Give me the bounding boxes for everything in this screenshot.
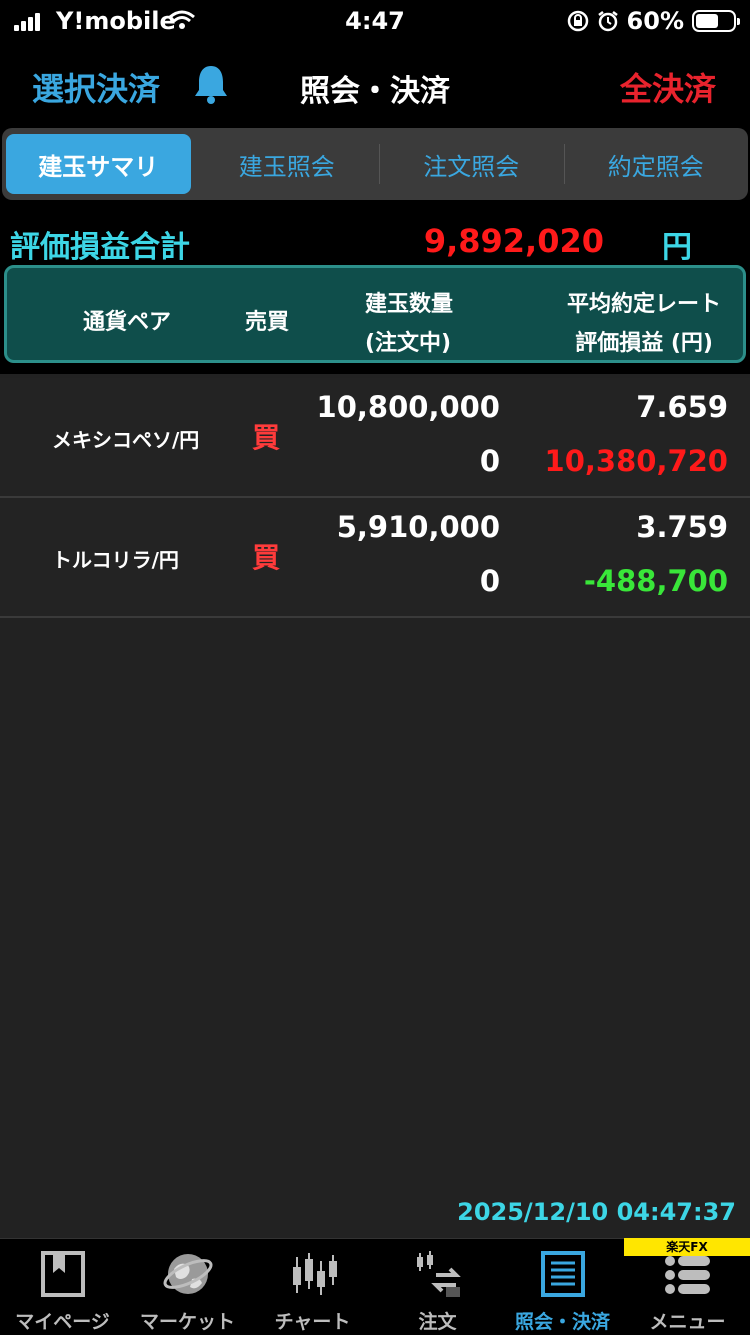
header-quantity: 建玉数量 <box>365 292 454 317</box>
total-pl-label: 評価損益合計 <box>10 230 190 265</box>
tabbar-chart[interactable]: チャート <box>250 1239 375 1335</box>
row-avg-rate: 3.759 <box>636 510 728 544</box>
tabbar-label: チャート <box>274 1311 351 1333</box>
menu-icon <box>664 1256 710 1294</box>
total-pl-unit: 円 <box>662 230 692 265</box>
table-header-wrap: 通貨ペア 売買 建玉数量 (注文中) 平均約定レート 評価損益 (円) <box>0 262 750 374</box>
header-pl: 評価損益 (円) <box>575 331 713 356</box>
globe-icon <box>163 1254 212 1294</box>
row-pair: メキシコペソ/円 <box>52 428 200 452</box>
row-side: 買 <box>252 421 281 454</box>
tabbar-label: マイページ <box>15 1311 110 1333</box>
row-pl: -488,700 <box>583 564 728 598</box>
segment-tabs: 建玉サマリ 建玉照会 注文照会 約定照会 <box>0 124 750 208</box>
battery-percent: 60% <box>626 7 684 35</box>
tabbar-label: 注文 <box>418 1311 457 1333</box>
tabbar-market[interactable]: マーケット <box>125 1239 250 1335</box>
row-avg-rate: 7.659 <box>636 390 728 424</box>
tabbar-label: マーケット <box>139 1311 235 1333</box>
candlestick-icon <box>292 1253 337 1295</box>
navigation-bar: 選択決済 照会・決済 全決済 <box>0 42 750 124</box>
total-pl-value: 9,892,020 <box>423 222 604 260</box>
battery-icon <box>692 10 740 32</box>
pl-summary: 評価損益合計 9,892,020 円 <box>0 208 750 268</box>
tabbar-label: メニュー <box>649 1311 726 1333</box>
header-avg-rate: 平均約定レート <box>566 292 721 317</box>
row-pending: 0 <box>479 564 500 598</box>
brand-badge: 楽天FX <box>624 1238 750 1256</box>
row-side: 買 <box>252 541 281 574</box>
table-header: 通貨ペア 売買 建玉数量 (注文中) 平均約定レート 評価損益 (円) <box>4 265 746 363</box>
tabbar-order[interactable]: 注文 <box>375 1239 500 1335</box>
update-timestamp: 2025/12/10 04:47:37 <box>457 1198 736 1226</box>
header-pair: 通貨ペア <box>83 310 172 335</box>
row-pl: 10,380,720 <box>544 444 728 478</box>
alarm-icon <box>597 11 618 32</box>
bookmark-icon <box>40 1251 85 1297</box>
tab-order-inquiry[interactable]: 注文照会 <box>379 128 564 200</box>
header-pending: (注文中) <box>365 331 452 356</box>
row-quantity: 10,800,000 <box>316 390 500 424</box>
tab-execution-inquiry[interactable]: 約定照会 <box>563 128 749 200</box>
tabbar-inquiry-settle[interactable]: 照会・決済 <box>500 1239 625 1335</box>
table-row[interactable]: メキシコペソ/円 買 10,800,000 0 7.659 10,380,720 <box>0 378 750 498</box>
row-pending: 0 <box>479 444 500 478</box>
row-quantity: 5,910,000 <box>336 510 500 544</box>
tabbar-mypage[interactable]: マイページ <box>0 1239 125 1335</box>
positions-list: メキシコペソ/円 買 10,800,000 0 7.659 10,380,720… <box>0 378 750 618</box>
list-icon <box>540 1251 585 1297</box>
settle-all-button[interactable]: 全決済 <box>620 64 716 110</box>
tab-position-inquiry[interactable]: 建玉照会 <box>195 128 380 200</box>
row-pair: トルコリラ/円 <box>52 548 179 572</box>
tabbar-label: 照会・決済 <box>514 1311 610 1333</box>
order-icon <box>416 1251 461 1297</box>
rotation-lock-icon <box>567 10 588 32</box>
tab-position-summary[interactable]: 建玉サマリ <box>6 134 191 194</box>
table-row[interactable]: トルコリラ/円 買 5,910,000 0 3.759 -488,700 <box>0 498 750 618</box>
status-bar: Y!mobile 4:47 60% <box>0 0 750 42</box>
header-side: 売買 <box>245 310 290 335</box>
